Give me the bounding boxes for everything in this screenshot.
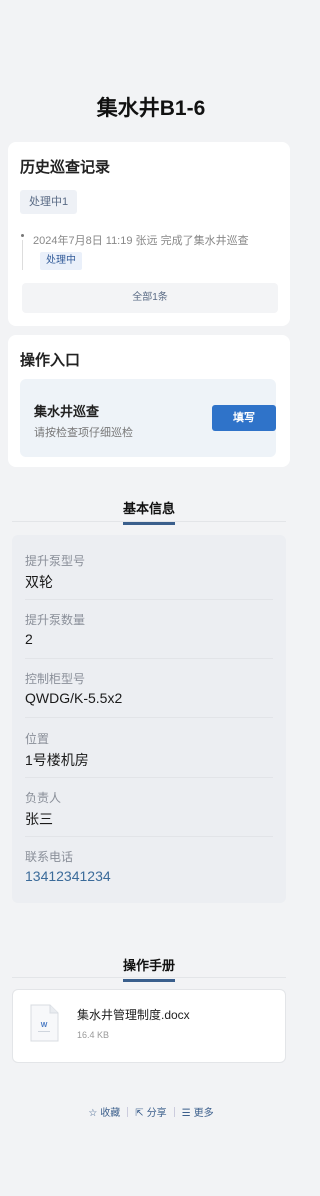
divider: [12, 977, 286, 978]
favorite-label: 收藏: [100, 1108, 121, 1119]
operation-name: 集水井巡查: [34, 404, 100, 419]
info-value: 张三: [25, 811, 53, 827]
history-title: 历史巡查记录: [20, 159, 111, 176]
share-label: 分享: [146, 1108, 167, 1119]
info-value: 1号楼机房: [25, 752, 89, 768]
info-row: 提升泵型号 双轮: [25, 549, 273, 600]
operation-item: 集水井巡查 请按检查项仔细巡检 填写: [20, 379, 276, 457]
info-label: 控制柜型号: [25, 672, 86, 686]
timeline-dot: [21, 234, 24, 237]
operations-title: 操作入口: [20, 352, 81, 369]
operation-desc: 请按检查项仔细巡检: [34, 427, 133, 439]
svg-text:W: W: [41, 1022, 48, 1029]
document-item[interactable]: W 集水井管理制度.docx 16.4 KB: [12, 989, 286, 1063]
page-title: 集水井B1-6: [96, 97, 206, 120]
favorite-button[interactable]: ☆ 收藏: [81, 1104, 127, 1119]
divider: [12, 521, 286, 522]
share-button[interactable]: ⇱ 分享: [128, 1104, 173, 1119]
history-card: 历史巡查记录 处理中1 2024年7月8日 11:19 张远 完成了集水井巡查 …: [8, 142, 290, 326]
info-value: 双轮: [25, 574, 53, 590]
basic-info-panel: 提升泵型号 双轮 提升泵数量 2 控制柜型号 QWDG/K-5.5x2 位置 1…: [12, 535, 286, 903]
info-label: 联系电话: [25, 850, 74, 864]
status-badge: 处理中: [40, 252, 82, 270]
info-label: 提升泵数量: [25, 613, 86, 627]
document-name: 集水井管理制度.docx: [77, 1008, 190, 1022]
info-row: 负责人 张三: [25, 786, 273, 837]
filter-tag-processing[interactable]: 处理中1: [20, 190, 78, 214]
more-label: 更多: [193, 1108, 214, 1119]
info-value: 2: [25, 631, 33, 647]
info-label: 位置: [25, 732, 50, 746]
operations-card: 操作入口 集水井巡查 请按检查项仔细巡检 填写: [8, 335, 290, 467]
info-value: QWDG/K-5.5x2: [25, 690, 123, 706]
more-button[interactable]: ☰ 更多: [175, 1104, 221, 1119]
menu-icon: ☰: [181, 1108, 191, 1119]
star-icon: ☆: [88, 1108, 98, 1119]
info-row: 联系电话 13412341234: [25, 845, 273, 896]
document-size: 16.4 KB: [77, 1030, 110, 1040]
footer-actions: ☆ 收藏 ⇱ 分享 ☰ 更多: [0, 1104, 302, 1119]
info-row: 控制柜型号 QWDG/K-5.5x2: [25, 667, 273, 718]
fill-button[interactable]: 填写: [212, 405, 276, 431]
info-label: 提升泵型号: [25, 554, 86, 568]
word-file-icon: W: [30, 1004, 59, 1042]
share-icon: ⇱: [135, 1108, 144, 1119]
phone-link[interactable]: 13412341234: [25, 868, 111, 884]
history-entry-text: 2024年7月8日 11:19 张远 完成了集水井巡查: [33, 235, 249, 247]
info-label: 负责人: [25, 791, 62, 805]
view-all-button[interactable]: 全部1条: [22, 283, 278, 313]
info-row: 位置 1号楼机房: [25, 727, 273, 778]
info-row: 提升泵数量 2: [25, 608, 273, 659]
timeline-line: [22, 240, 23, 270]
